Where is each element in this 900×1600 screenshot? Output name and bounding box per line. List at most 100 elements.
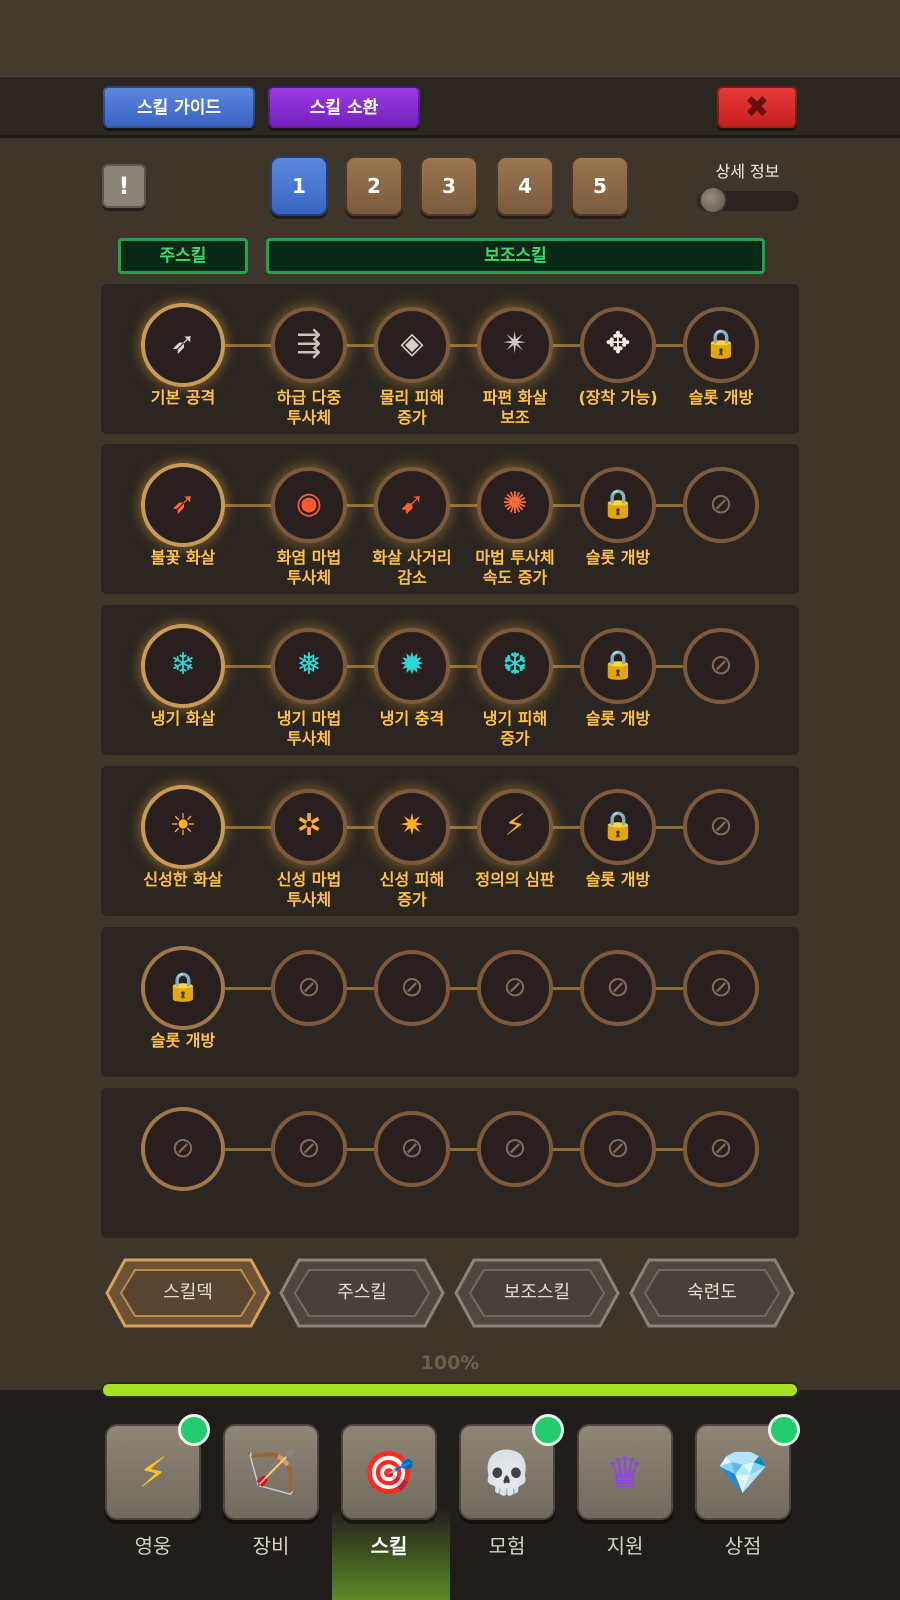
sub-skill-slot[interactable]: ◉ xyxy=(271,467,347,543)
bottom-tab-label: 스킬덱 xyxy=(163,1282,213,1303)
sub-skill-slot[interactable]: ⊘ xyxy=(374,950,450,1026)
skill-label: 물리 피해 증가 xyxy=(379,388,445,427)
disabled-slot-icon: ⊘ xyxy=(297,1131,321,1164)
sub-skill-slot[interactable]: ◈ xyxy=(374,307,450,383)
sub-skill-slot[interactable]: ✥ xyxy=(580,307,656,383)
bottom-tab-0[interactable]: 스킬덱 xyxy=(105,1258,271,1328)
target-icon: 🎯 xyxy=(362,1448,416,1497)
skill-row: ☀ 신성한 화살 ✲ 신성 마법 투사체 ✷ 신성 피해 증가 ⚡ 정의의 심판 🔒 슬롯 개방 ⊘ xyxy=(101,766,799,916)
banner-icon: ♛ xyxy=(606,1448,644,1497)
skill-label: 기본 공격 xyxy=(150,388,216,407)
holy-magic-projectile-icon: ✲ xyxy=(296,808,322,843)
magic-speed-icon: ✺ xyxy=(502,486,528,521)
skill-guide-button[interactable]: 스킬 가이드 xyxy=(103,86,255,128)
notification-badge xyxy=(768,1414,800,1446)
notification-badge xyxy=(532,1414,564,1446)
page-tab-2[interactable]: 2 xyxy=(345,156,403,216)
main-skill-slot[interactable]: ⊘ xyxy=(141,1107,225,1191)
nav-label: 스킬 xyxy=(370,1534,408,1558)
sub-skill-slot[interactable]: ⊘ xyxy=(580,950,656,1026)
skill-label: 신성한 화살 xyxy=(143,870,223,889)
sub-skill-slot[interactable]: ➹ xyxy=(374,467,450,543)
sub-skill-slot[interactable]: ⚡ xyxy=(477,789,553,865)
progress-percent: 100% xyxy=(420,1352,480,1374)
sub-skill-slot[interactable]: ❆ xyxy=(477,628,553,704)
bottom-tab-label: 보조스킬 xyxy=(503,1282,571,1303)
skill-label: 슬롯 개방 xyxy=(585,870,651,889)
sub-skill-slot[interactable]: ⊘ xyxy=(683,628,759,704)
nav-banner-button[interactable]: ♛ xyxy=(577,1424,673,1520)
sub-skill-slot[interactable]: ⊘ xyxy=(683,950,759,1026)
disabled-slot-icon: ⊘ xyxy=(503,1131,527,1164)
sub-skill-slot[interactable]: 🔒 xyxy=(683,307,759,383)
lock-icon: 🔒 xyxy=(600,809,636,842)
sub-skill-slot[interactable]: 🔒 xyxy=(580,467,656,543)
judgement-icon: ⚡ xyxy=(504,808,526,843)
sub-skill-slot[interactable]: ⊘ xyxy=(580,1111,656,1187)
physical-damage-icon: ◈ xyxy=(400,326,424,361)
nav-label: 지원 xyxy=(606,1534,644,1558)
frost-arrow-icon: ❄ xyxy=(170,647,196,682)
bottom-tab-1[interactable]: 주스킬 xyxy=(279,1258,445,1328)
notification-badge xyxy=(178,1414,210,1446)
bottom-tab-3[interactable]: 숙련도 xyxy=(629,1258,795,1328)
disabled-slot-icon: ⊘ xyxy=(503,970,527,1003)
skill-label: 슬롯 개방 xyxy=(150,1031,216,1050)
sub-skill-slot[interactable]: ⊘ xyxy=(271,950,347,1026)
nav-target-button[interactable]: 🎯 xyxy=(341,1424,437,1520)
disabled-slot-icon: ⊘ xyxy=(400,970,424,1003)
nav-bow-button[interactable]: 🏹 xyxy=(223,1424,319,1520)
sub-skill-slot[interactable]: 🔒 xyxy=(580,628,656,704)
skill-label: 신성 피해 증가 xyxy=(379,870,445,909)
lock-icon: 🔒 xyxy=(165,970,201,1003)
sub-skill-slot[interactable]: ⊘ xyxy=(271,1111,347,1187)
sub-skill-slot[interactable]: 🔒 xyxy=(580,789,656,865)
main-skill-slot[interactable]: ❄ xyxy=(141,624,225,708)
bottom-tab-2[interactable]: 보조스킬 xyxy=(454,1258,620,1328)
close-button[interactable]: ✖ xyxy=(717,86,797,128)
info-alert-button[interactable]: ! xyxy=(102,164,146,208)
treasure-chest-icon: 💎 xyxy=(716,1448,770,1497)
skill-label: 슬롯 개방 xyxy=(585,548,651,567)
main-skill-slot[interactable]: ☀ xyxy=(141,785,225,869)
shrapnel-arrow-icon: ✴ xyxy=(502,326,528,361)
disabled-slot-icon: ⊘ xyxy=(297,970,321,1003)
sub-skill-slot[interactable]: ⊘ xyxy=(683,1111,759,1187)
page-tab-5[interactable]: 5 xyxy=(571,156,629,216)
sub-skill-slot[interactable]: ⊘ xyxy=(683,789,759,865)
skill-label: 슬롯 개방 xyxy=(688,388,754,407)
sub-skill-slot[interactable]: ⊘ xyxy=(477,1111,553,1187)
sub-skill-slot[interactable]: ⇶ xyxy=(271,307,347,383)
sub-skill-slot[interactable]: ✷ xyxy=(374,789,450,865)
sub-skill-slot[interactable]: ❅ xyxy=(271,628,347,704)
main-skill-slot[interactable]: 🔒 xyxy=(141,946,225,1030)
disabled-slot-icon: ⊘ xyxy=(606,970,630,1003)
main-skill-slot[interactable]: ➶ xyxy=(141,303,225,387)
skill-summon-button[interactable]: 스킬 소환 xyxy=(268,86,420,128)
skull-icon: 💀 xyxy=(480,1448,534,1497)
progress-fill xyxy=(103,1384,797,1396)
sub-skill-slot[interactable]: ⊘ xyxy=(477,950,553,1026)
main-skill-column-header: 주스킬 xyxy=(118,238,248,274)
sub-skill-slot[interactable]: ⊘ xyxy=(683,467,759,543)
skill-row: ⊘ ⊘ ⊘ ⊘ ⊘ ⊘ xyxy=(101,1088,799,1238)
disabled-slot-icon: ⊘ xyxy=(400,1131,424,1164)
skill-label: 하급 다중 투사체 xyxy=(276,388,342,427)
sub-skill-column-header: 보조스킬 xyxy=(266,238,765,274)
skill-label: 불꽃 화살 xyxy=(150,548,216,567)
main-skill-slot[interactable]: ➶ xyxy=(141,463,225,547)
sub-skill-slot[interactable]: ✹ xyxy=(374,628,450,704)
disabled-slot-icon: ⊘ xyxy=(709,1131,733,1164)
bottom-tab-label: 주스킬 xyxy=(337,1282,387,1303)
page-tab-1[interactable]: 1 xyxy=(270,156,328,216)
toggle-knob[interactable] xyxy=(699,186,727,214)
sub-skill-slot[interactable]: ⊘ xyxy=(374,1111,450,1187)
sub-skill-slot[interactable]: ✲ xyxy=(271,789,347,865)
skill-label: 냉기 마법 투사체 xyxy=(276,709,342,748)
page-tab-4[interactable]: 4 xyxy=(496,156,554,216)
sub-skill-slot[interactable]: ✴ xyxy=(477,307,553,383)
skill-label: 파편 화살 보조 xyxy=(482,388,548,427)
sub-skill-slot[interactable]: ✺ xyxy=(477,467,553,543)
fire-arrow-icon: ➶ xyxy=(170,486,196,521)
page-tab-3[interactable]: 3 xyxy=(420,156,478,216)
